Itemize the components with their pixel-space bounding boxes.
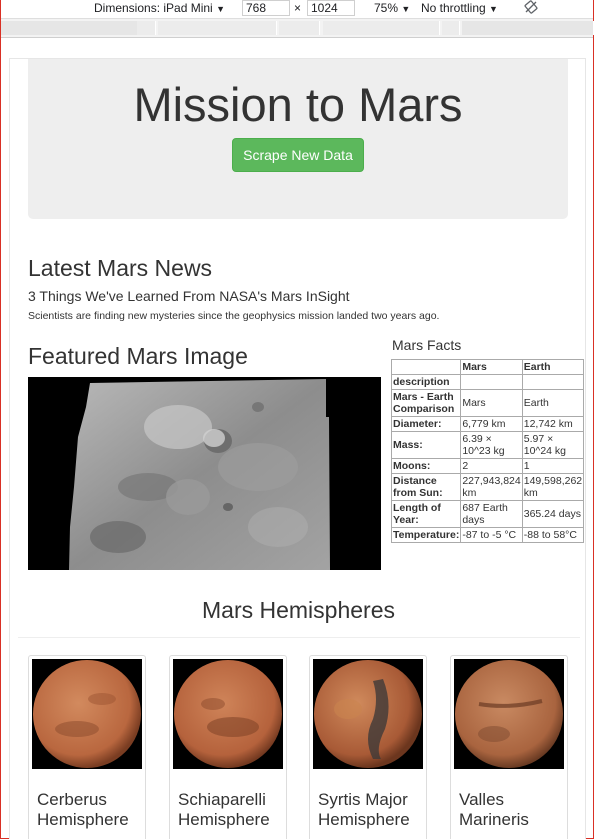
zoom-dropdown[interactable]: 75% ▼ [374, 1, 410, 15]
earth-value: 365.24 days [521, 500, 585, 528]
hemisphere-title[interactable]: Schiaparelli Hemisphere [178, 790, 270, 830]
table-row: Distance from Sun: 227,943,824 km 149,59… [390, 473, 585, 501]
chevron-down-icon: ▼ [489, 4, 498, 14]
hemisphere-card-schiaparelli[interactable]: Schiaparelli Hemisphere [169, 655, 287, 839]
row-label: Mass: [390, 431, 462, 459]
table-row: Mass: 6.39 × 10^23 kg 5.97 × 10^24 kg [390, 431, 585, 459]
mars-value: 2 [460, 458, 523, 474]
hemisphere-title-line: Marineris [459, 810, 529, 829]
hemisphere-title-line: Valles [459, 790, 505, 809]
zoom-value: 75% [374, 1, 399, 15]
earth-value: 12,742 km [521, 416, 585, 432]
table-header-cell: Earth [521, 359, 585, 375]
table-header-cell: Mars [460, 359, 523, 375]
mars-value: 6,779 km [460, 416, 523, 432]
hemisphere-title[interactable]: Valles Marineris [459, 790, 529, 830]
mars-value: Mars [460, 389, 523, 417]
earth-value: 149,598,262 km [521, 473, 585, 501]
dimensions-dropdown[interactable]: Dimensions: iPad Mini ▼ [94, 1, 225, 15]
row-label: Diameter: [390, 416, 462, 432]
table-row: Length of Year: 687 Earth days 365.24 da… [390, 500, 585, 528]
earth-value [521, 374, 585, 390]
chevron-down-icon: ▼ [401, 4, 411, 14]
table-header-row: Mars Earth [390, 359, 585, 375]
hemisphere-thumbnail[interactable] [32, 659, 142, 769]
news-paragraph: Scientists are finding new mysteries sin… [28, 310, 440, 322]
facts-heading: Mars Facts [392, 337, 462, 353]
hemisphere-title-line: Cerberus [37, 790, 107, 809]
scrape-button[interactable]: Scrape New Data [232, 138, 364, 172]
height-input[interactable] [307, 0, 355, 16]
earth-value: 1 [521, 458, 585, 474]
throttling-value: No throttling [421, 1, 486, 15]
row-label: Length of Year: [390, 500, 462, 528]
mars-value: 6.39 × 10^23 kg [460, 431, 523, 459]
device-toolbar: Dimensions: iPad Mini ▼ × 75% ▼ No throt… [1, 0, 593, 18]
hemisphere-title-line: Hemisphere [318, 810, 410, 829]
hemisphere-card-valles-marineris[interactable]: Valles Marineris [450, 655, 568, 839]
row-label: Mars - Earth Comparison [390, 389, 462, 417]
row-label: Moons: [390, 458, 462, 474]
row-label: Temperature: [390, 527, 462, 543]
mars-facts-table: Mars Earth description Mars - Earth Comp… [390, 359, 585, 543]
width-input[interactable] [242, 0, 290, 16]
mars-value: -87 to -5 °C [460, 527, 523, 543]
news-heading: Latest Mars News [28, 255, 213, 281]
page-title: Mission to Mars [133, 78, 463, 131]
divider [18, 637, 580, 638]
featured-heading: Featured Mars Image [28, 343, 248, 369]
row-label: Distance from Sun: [390, 473, 462, 501]
earth-value: -88 to 58°C [521, 527, 585, 543]
table-row: description [390, 374, 585, 390]
hemisphere-title-line: Hemisphere [37, 810, 129, 829]
times-sign: × [294, 1, 302, 15]
hemisphere-title[interactable]: Syrtis Major Hemisphere [318, 790, 410, 830]
table-row: Diameter: 6,779 km 12,742 km [390, 416, 585, 432]
hemisphere-title-line: Schiaparelli [178, 790, 266, 809]
hemisphere-title-line: Syrtis Major [318, 790, 408, 809]
throttling-dropdown[interactable]: No throttling ▼ [421, 1, 498, 15]
hemispheres-heading: Mars Hemispheres [202, 597, 395, 623]
table-row: Moons: 2 1 [390, 458, 585, 474]
table-header-cell [390, 359, 462, 375]
dimensions-label: Dimensions: iPad Mini [94, 1, 213, 15]
earth-value: 5.97 × 10^24 kg [521, 431, 585, 459]
earth-value: Earth [521, 389, 585, 417]
hemisphere-thumbnail[interactable] [173, 659, 283, 769]
hemisphere-card-syrtis-major[interactable]: Syrtis Major Hemisphere [309, 655, 427, 839]
mars-value [460, 374, 523, 390]
news-title: 3 Things We've Learned From NASA's Mars … [28, 288, 350, 304]
jumbotron: Mission to Mars Scrape New Data [28, 59, 568, 219]
mars-value: 687 Earth days [460, 500, 523, 528]
table-row: Temperature: -87 to -5 °C -88 to 58°C [390, 527, 585, 543]
media-query-ruler[interactable] [1, 18, 594, 38]
row-label: description [390, 374, 462, 390]
hemisphere-thumbnail[interactable] [454, 659, 564, 769]
hemisphere-title-line: Hemisphere [178, 810, 270, 829]
featured-mars-image [28, 377, 381, 570]
rotate-icon[interactable] [524, 0, 538, 17]
page-viewport: Mission to Mars Scrape New Data Latest M… [9, 58, 586, 839]
hemisphere-thumbnail[interactable] [313, 659, 423, 769]
chevron-down-icon: ▼ [216, 4, 225, 14]
table-row: Mars - Earth Comparison Mars Earth [390, 389, 585, 417]
mars-value: 227,943,824 km [460, 473, 523, 501]
hemisphere-title[interactable]: Cerberus Hemisphere [37, 790, 129, 830]
hemisphere-card-cerberus[interactable]: Cerberus Hemisphere [28, 655, 146, 839]
